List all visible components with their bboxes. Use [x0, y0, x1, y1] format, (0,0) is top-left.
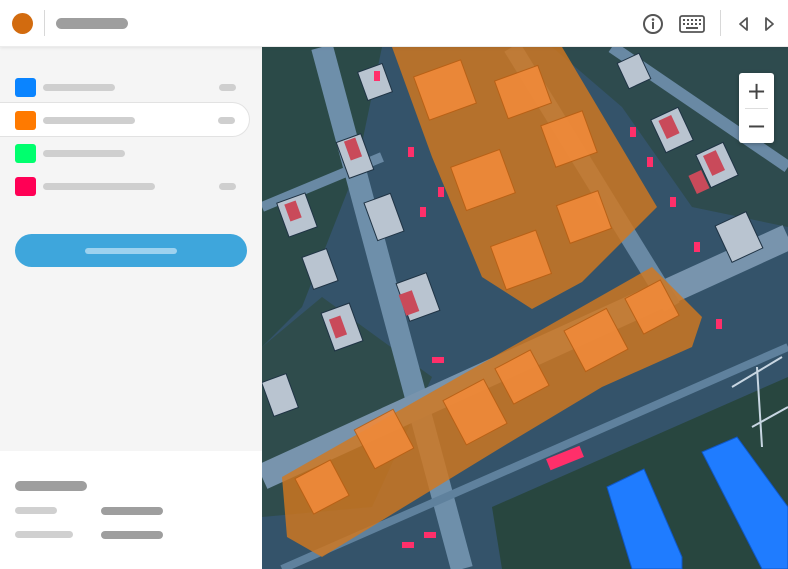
layer-label-placeholder: [43, 84, 115, 91]
info-panel: [0, 451, 262, 569]
aerial-map[interactable]: [262, 47, 788, 569]
top-bar: [0, 0, 788, 47]
info-value-placeholder: [101, 507, 163, 515]
zoom-out-button[interactable]: −: [739, 108, 774, 143]
aerial-map-image: [262, 47, 788, 569]
layer-label-placeholder: [43, 117, 135, 124]
layer-count-placeholder: [218, 117, 235, 124]
info-key-placeholder: [15, 531, 73, 538]
zoom-control: + −: [739, 73, 774, 143]
layer-color-swatch: [15, 144, 36, 163]
layer-sidebar: [0, 47, 262, 451]
info-title-placeholder: [15, 481, 87, 491]
app-title-placeholder: [56, 18, 128, 29]
layer-item[interactable]: [0, 70, 250, 105]
keyboard-icon[interactable]: [678, 12, 706, 36]
layer-count-placeholder: [219, 183, 236, 190]
layer-color-swatch: [15, 78, 36, 97]
zoom-in-button[interactable]: +: [739, 73, 774, 108]
prev-icon[interactable]: [732, 12, 756, 36]
layer-label-placeholder: [43, 183, 155, 190]
logo-icon: [12, 13, 33, 34]
divider: [44, 10, 45, 36]
info-value-placeholder: [101, 531, 163, 539]
layer-color-swatch: [15, 111, 36, 130]
info-key-placeholder: [15, 507, 57, 514]
primary-action-button[interactable]: [15, 234, 247, 267]
next-icon[interactable]: [757, 12, 781, 36]
layer-color-swatch: [15, 177, 36, 196]
divider: [720, 10, 721, 36]
button-label-placeholder: [85, 247, 177, 254]
layer-item[interactable]: [0, 136, 250, 171]
info-icon[interactable]: [641, 12, 665, 36]
layer-item[interactable]: [0, 169, 250, 204]
layer-count-placeholder: [219, 84, 236, 91]
layer-label-placeholder: [43, 150, 125, 157]
layer-item-selected[interactable]: [0, 102, 250, 137]
